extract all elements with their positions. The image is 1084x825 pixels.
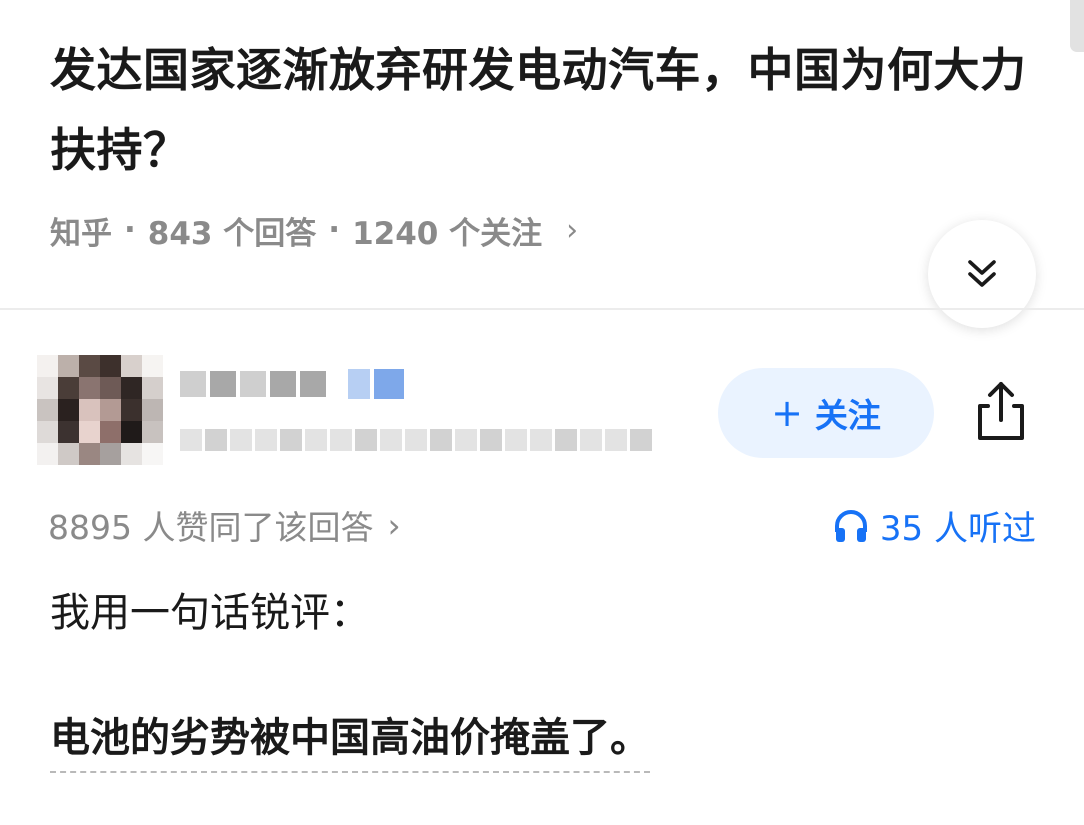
question-meta[interactable]: 知乎 · 843 个回答 · 1240 个关注 › [50, 205, 578, 255]
listen-button[interactable]: 35 人听过 [832, 500, 1036, 550]
answer-paragraph: 我用一句话锐评： [50, 590, 370, 636]
follow-button[interactable]: + 关注 [718, 368, 934, 458]
upvote-count: 8895 人赞同了该回答 [48, 508, 374, 547]
question-title[interactable]: 发达国家逐渐放弃研发电动汽车，中国为何大力扶持？ [50, 30, 1040, 190]
plus-icon: + [771, 391, 803, 435]
divider [0, 308, 1084, 310]
share-icon[interactable] [966, 376, 1036, 446]
source-label: 知乎 [50, 215, 112, 252]
chevron-right-icon: › [387, 505, 401, 545]
answer-count: 843 个回答 [147, 215, 317, 252]
headphones-icon [834, 510, 867, 542]
avatar[interactable] [37, 355, 163, 465]
answer-highlight[interactable]: 电池的劣势被中国高油价掩盖了。 [50, 705, 650, 773]
author-name-blurred[interactable] [180, 355, 404, 413]
follower-count: 1240 个关注 [352, 215, 543, 252]
follow-label: 关注 [814, 396, 881, 435]
meta-separator: · [328, 212, 341, 248]
meta-separator: · [124, 212, 136, 248]
collapse-button[interactable] [928, 220, 1036, 328]
listener-count: 35 人听过 [879, 508, 1036, 549]
author-bio-blurred [180, 420, 652, 460]
chevron-right-icon: › [566, 212, 579, 248]
scrollbar-thumb[interactable] [1070, 0, 1084, 52]
chevron-double-down-icon [968, 260, 996, 287]
upvote-count-link[interactable]: 8895 人赞同了该回答 › [48, 500, 401, 550]
